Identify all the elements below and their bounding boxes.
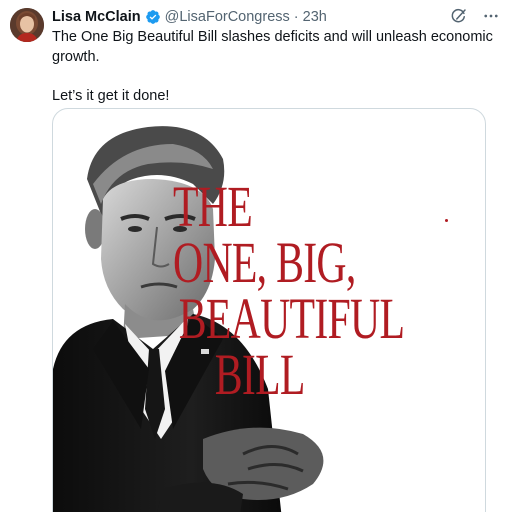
tweet-text-line-2: Let’s it get it done! <box>52 87 170 104</box>
author-handle[interactable]: @LisaForCongress <box>165 9 290 25</box>
tweet-media-image[interactable]: THE ONE, BIG, BEAUTIFUL BILL <box>52 108 486 512</box>
headline-line-1: THE <box>173 174 253 239</box>
verified-badge-icon <box>145 9 161 25</box>
grok-icon[interactable] <box>448 5 470 27</box>
tweet[interactable]: Lisa McClain @LisaForCongress · 23h The … <box>0 0 510 512</box>
timestamp[interactable]: 23h <box>303 9 327 25</box>
headline-line-2: ONE, BIG, <box>173 230 356 295</box>
more-icon[interactable] <box>480 5 502 27</box>
tweet-top-actions <box>448 5 502 27</box>
separator-dot: · <box>293 9 299 25</box>
author-name[interactable]: Lisa McClain <box>52 9 141 25</box>
headline: THE ONE, BIG, BEAUTIFUL BILL <box>173 174 405 407</box>
headline-line-3: BEAUTIFUL <box>178 286 405 351</box>
red-dot <box>445 219 448 222</box>
headline-line-4: BILL <box>214 342 306 407</box>
tweet-header: Lisa McClain @LisaForCongress · 23h <box>52 7 327 27</box>
tweet-text-line-1: The One Big Beautiful Bill slashes defic… <box>52 29 493 65</box>
tweet-text: The One Big Beautiful Bill slashes defic… <box>52 28 497 106</box>
avatar[interactable] <box>10 8 44 42</box>
